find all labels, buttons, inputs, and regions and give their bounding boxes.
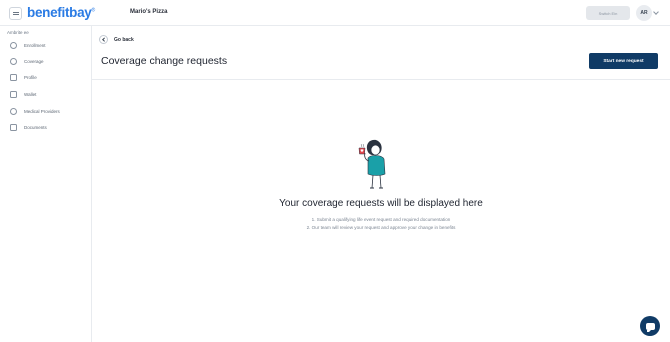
steam-shape — [360, 143, 365, 148]
switch-ein-button[interactable]: Switch Ein — [586, 6, 630, 20]
legs-shape — [371, 174, 382, 189]
app-root: benefitbay® Mario's Pizza Switch Ein AR … — [0, 0, 670, 342]
company-name: Mario's Pizza — [130, 9, 168, 15]
avatar[interactable]: AR — [636, 5, 652, 21]
sidebar-item-label: Coverage — [24, 58, 44, 64]
start-new-request-button[interactable]: Start new request — [589, 53, 658, 69]
chevron-down-icon[interactable] — [653, 9, 659, 15]
empty-state-steps: 1. Submit a qualifying life event reques… — [92, 216, 670, 232]
sidebar-item-coverage[interactable]: Coverage — [10, 55, 44, 67]
sidebar-item-label: Enrollment — [24, 42, 46, 48]
chat-bubble-icon — [645, 322, 655, 332]
face-shape — [370, 144, 381, 156]
wallet-icon — [10, 90, 17, 98]
step-item: 1. Submit a qualifying life event reques… — [311, 217, 451, 222]
menu-button[interactable] — [9, 7, 22, 20]
sidebar-item-label: Documents — [24, 124, 47, 130]
chat-button[interactable] — [640, 316, 660, 336]
empty-state-title: Your coverage requests will be displayed… — [279, 198, 483, 209]
stethoscope-icon — [10, 107, 17, 115]
hamburger-icon — [12, 12, 19, 15]
chevron-left-icon — [99, 35, 108, 44]
logo-mark: ® — [91, 7, 96, 14]
sidebar-item-wallet[interactable]: Wallet — [10, 88, 36, 100]
document-icon — [10, 123, 17, 131]
sidebar: Ambrite ee Enrollment Coverage Profile W… — [0, 26, 92, 342]
person-with-cup-illustration — [358, 139, 386, 189]
logo-text: benefitbay — [27, 5, 92, 20]
main-content: Go back Coverage change requests Start n… — [92, 26, 670, 342]
umbrella-icon — [10, 57, 17, 65]
torso-shape — [367, 155, 386, 176]
shield-icon — [10, 41, 17, 49]
step-item: 2. Our team will review your request and… — [306, 225, 456, 230]
go-back-link[interactable]: Go back — [99, 35, 134, 44]
benefitbay-logo[interactable]: benefitbay® — [27, 5, 95, 20]
sidebar-item-label: Medical Providers — [24, 108, 60, 114]
sidebar-item-profile[interactable]: Profile — [10, 71, 37, 83]
sidebar-item-label: Wallet — [24, 91, 37, 97]
sidebar-item-label: Profile — [24, 74, 37, 80]
profile-card-icon — [10, 73, 17, 81]
sidebar-heading: Ambrite ee — [7, 30, 29, 35]
sidebar-item-documents[interactable]: Documents — [10, 121, 47, 133]
sidebar-item-enrollment[interactable]: Enrollment — [10, 39, 46, 51]
sidebar-item-medical-providers[interactable]: Medical Providers — [10, 105, 60, 117]
top-bar: benefitbay® Mario's Pizza Switch Ein AR — [0, 0, 670, 26]
header-divider — [92, 79, 670, 80]
page-title: Coverage change requests — [101, 55, 228, 67]
go-back-label: Go back — [114, 36, 134, 43]
